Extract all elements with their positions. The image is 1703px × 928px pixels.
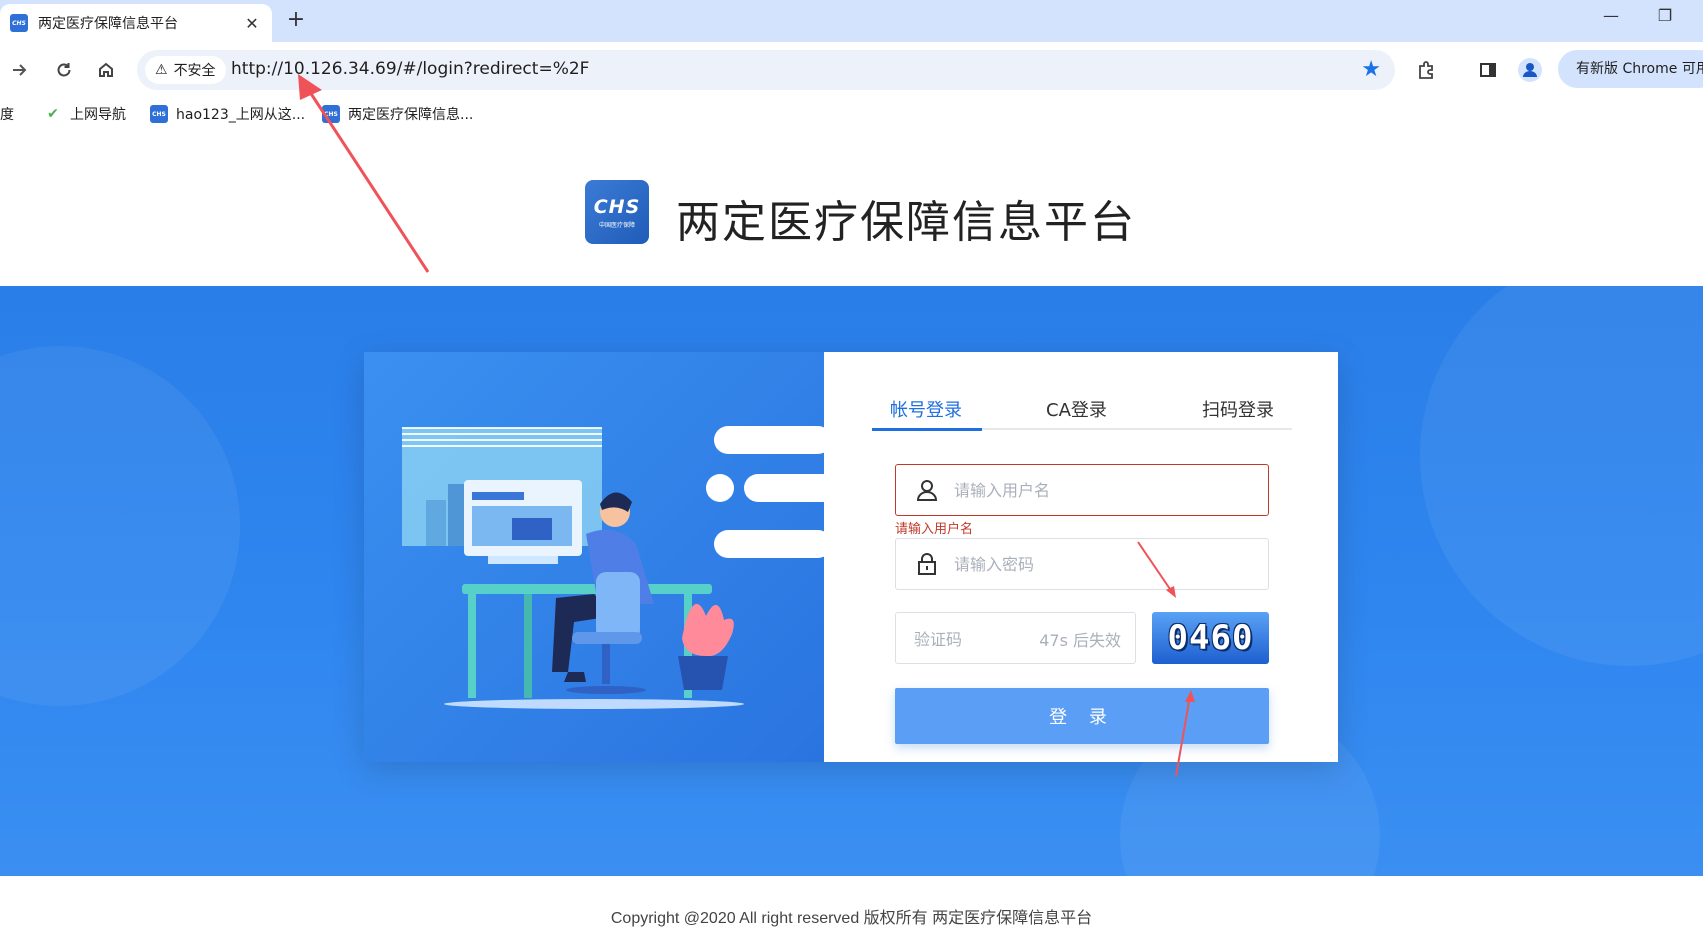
- captcha-input[interactable]: [914, 626, 1024, 652]
- new-tab-button[interactable]: +: [283, 8, 309, 34]
- login-banner: 帐号登录 CA登录 扫码登录 请输入用户名 请输入用户名 验证码 47s 后失效…: [0, 286, 1703, 876]
- login-card: 帐号登录 CA登录 扫码登录 请输入用户名 请输入用户名 验证码 47s 后失效…: [364, 352, 1338, 762]
- bookmarks-bar: 百度 ✔ 上网导航 CHS hao123_上网从这... CHS 两定医疗保障信…: [0, 98, 1703, 132]
- extensions-icon[interactable]: [1410, 54, 1442, 86]
- chrome-update-button[interactable]: 有新版 Chrome 可用: [1558, 50, 1703, 88]
- tab-favicon-icon: CHS: [10, 14, 28, 32]
- copyright-text: Copyright @2020 All right reserved 版权所有 …: [610, 910, 1093, 927]
- page-header: CHS 中国医疗保障 两定医疗保障信息平台: [0, 132, 1703, 286]
- tab-qr-login[interactable]: 扫码登录: [1202, 396, 1274, 430]
- url-text[interactable]: http://10.126.34.69/#/login?redirect=%2F: [231, 59, 589, 79]
- bookmark-platform[interactable]: CHS 两定医疗保障信息...: [322, 104, 473, 124]
- developer-desk-illustration: [402, 426, 842, 709]
- decor-blob: [0, 346, 240, 706]
- restore-icon[interactable]: ❐: [1650, 6, 1680, 25]
- bookmark-baidu[interactable]: 百度: [0, 104, 14, 124]
- active-tab-indicator: [872, 428, 982, 431]
- security-chip[interactable]: ⚠ 不安全: [145, 56, 226, 84]
- captcha-countdown: 47s 后失效: [1039, 631, 1121, 650]
- browser-tabbar: CHS 两定医疗保障信息平台 ✕ + — ❐: [0, 0, 1703, 42]
- username-field[interactable]: [895, 464, 1269, 516]
- bookmark-label: 两定医疗保障信息...: [348, 107, 474, 123]
- password-field[interactable]: [895, 538, 1269, 590]
- login-button[interactable]: 登 录: [895, 688, 1269, 744]
- browser-toolbar: ⚠ 不安全 http://10.126.34.69/#/login?redire…: [0, 42, 1703, 98]
- bookmark-nav[interactable]: ✔ 上网导航: [44, 104, 126, 124]
- chs-icon: CHS: [322, 105, 340, 123]
- page-footer: Copyright @2020 All right reserved 版权所有 …: [0, 876, 1703, 927]
- security-label: 不安全: [173, 63, 216, 79]
- tab-close-icon[interactable]: ✕: [242, 14, 262, 33]
- minimize-icon[interactable]: —: [1596, 6, 1626, 25]
- reload-icon[interactable]: [48, 54, 80, 86]
- side-panel-icon[interactable]: [1472, 54, 1504, 86]
- chs-icon: CHS: [150, 105, 168, 123]
- hao-icon: ✔: [44, 105, 62, 123]
- user-icon: [916, 480, 938, 501]
- chs-logo: CHS 中国医疗保障: [585, 180, 649, 244]
- tab-ca-login[interactable]: CA登录: [1046, 396, 1107, 430]
- browser-tab[interactable]: CHS 两定医疗保障信息平台 ✕: [0, 4, 272, 42]
- username-input[interactable]: [954, 477, 1254, 503]
- forward-icon[interactable]: [4, 54, 36, 86]
- bookmark-label: 上网导航: [70, 107, 126, 123]
- page-title: 两定医疗保障信息平台: [676, 197, 1136, 248]
- bookmark-hao123[interactable]: CHS hao123_上网从这...: [150, 104, 305, 124]
- login-illustration: [364, 352, 842, 762]
- captcha-field[interactable]: 47s 后失效: [895, 612, 1136, 664]
- username-error: 请输入用户名: [895, 522, 974, 537]
- decor-blob: [1420, 286, 1703, 666]
- login-tabs: 帐号登录 CA登录 扫码登录: [872, 396, 1292, 431]
- bookmark-label: hao123_上网从这...: [176, 107, 306, 123]
- login-form: 帐号登录 CA登录 扫码登录 请输入用户名 请输入用户名 验证码 47s 后失效…: [824, 352, 1338, 762]
- lock-icon: [918, 553, 936, 575]
- address-bar[interactable]: ⚠ 不安全 http://10.126.34.69/#/login?redire…: [137, 50, 1395, 90]
- tab-title: 两定医疗保障信息平台: [38, 16, 178, 32]
- password-input[interactable]: [954, 551, 1254, 577]
- profile-avatar-icon[interactable]: [1514, 54, 1546, 86]
- home-icon[interactable]: [90, 54, 122, 86]
- warning-icon: ⚠: [155, 62, 168, 78]
- bookmark-label: 百度: [0, 107, 14, 123]
- tab-account-login[interactable]: 帐号登录: [890, 396, 962, 430]
- bookmark-star-icon[interactable]: ★: [1361, 57, 1381, 82]
- captcha-image[interactable]: 0460: [1152, 612, 1269, 664]
